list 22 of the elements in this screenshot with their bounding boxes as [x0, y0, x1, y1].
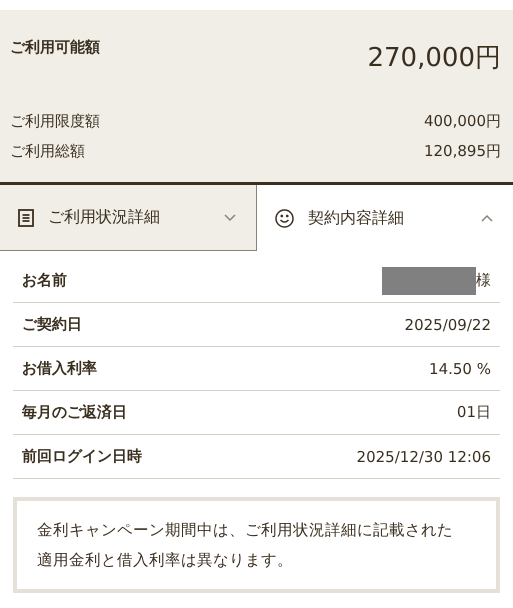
- detail-label: 前回ログイン日時: [22, 447, 142, 466]
- amount-label: ご利用総額: [10, 142, 85, 160]
- available-amount: 270,000円: [367, 42, 501, 75]
- detail-label: お名前: [22, 271, 67, 290]
- amount-label: ご利用限度額: [10, 112, 100, 130]
- detail-label: ご契約日: [22, 315, 82, 334]
- available-amount-label: ご利用可能額: [10, 38, 100, 57]
- detail-value: 2025/09/22: [404, 316, 491, 334]
- detail-value: 様: [476, 271, 491, 290]
- campaign-note: 金利キャンペーン期間中は、ご利用状況詳細に記載された適用金利と借入利率は異なります。: [37, 520, 454, 571]
- detail-label: 毎月のご返済日: [22, 403, 127, 422]
- detail-value: 2025/12/30 12:06: [356, 448, 491, 466]
- caret-down-icon: [224, 214, 236, 222]
- caret-up-icon: [481, 214, 493, 222]
- detail-value: 01日: [456, 403, 491, 422]
- detail-label: お借入利率: [22, 359, 97, 378]
- document-icon: [18, 208, 34, 226]
- section-tab[interactable]: ご利用状況詳細: [0, 185, 257, 251]
- smiley-icon: [275, 208, 294, 228]
- detail-value: 14.50 %: [429, 360, 491, 378]
- amount-value: 400,000円: [424, 112, 501, 130]
- amount-value: 120,895円: [424, 142, 501, 160]
